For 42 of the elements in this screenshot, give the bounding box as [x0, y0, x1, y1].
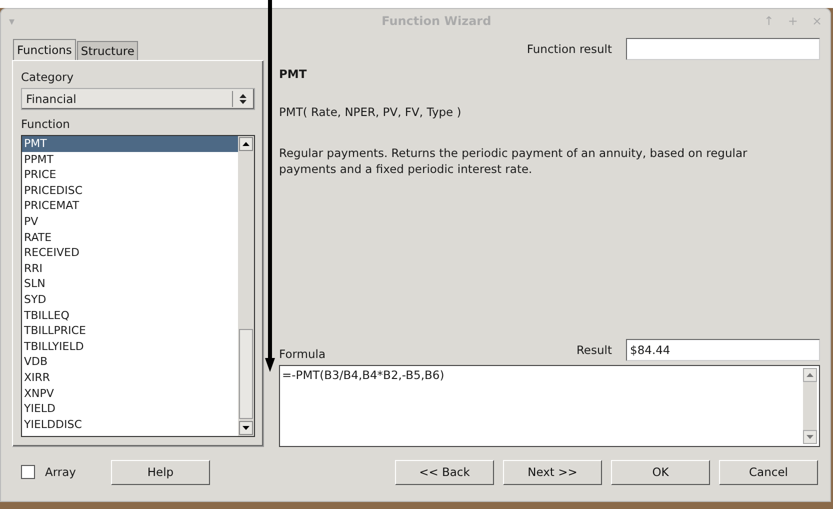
function-list-item[interactable]: YIELDDISC: [22, 416, 238, 432]
function-list-item[interactable]: SLN: [22, 276, 238, 292]
function-list-item[interactable]: SYD: [22, 292, 238, 308]
help-button[interactable]: Help: [110, 460, 210, 484]
scrollbar[interactable]: [238, 136, 254, 436]
function-list-item[interactable]: RATE: [22, 230, 238, 246]
function-list-item[interactable]: PRICEDISC: [22, 182, 238, 198]
function-list-item[interactable]: XIRR: [22, 370, 238, 386]
next-button[interactable]: Next >>: [503, 460, 602, 484]
function-description: Regular payments. Returns the periodic payment of an annuity, based on regular payments and a fixed periodic interest rate.: [278, 145, 748, 177]
array-checkbox[interactable]: [21, 465, 35, 479]
formula-label: Formula: [278, 347, 326, 361]
function-label: Function: [21, 117, 71, 131]
category-label: Category: [21, 70, 75, 84]
function-list-item[interactable]: PPMT: [22, 152, 238, 168]
function-list-item[interactable]: PMT: [22, 136, 238, 152]
function-result-field[interactable]: [626, 38, 820, 60]
function-list-item[interactable]: RRI: [22, 260, 238, 276]
function-list-item[interactable]: PV: [22, 214, 238, 230]
function-list-item[interactable]: VDB: [22, 354, 238, 370]
tab[interactable]: Functions: [13, 39, 76, 60]
function-list-item[interactable]: RECEIVED: [22, 245, 238, 261]
function-list-item[interactable]: YIELD: [22, 401, 238, 417]
function-list-item[interactable]: TBILLPRICE: [22, 323, 238, 339]
array-label: Array: [45, 465, 76, 479]
result-field[interactable]: $84.44: [626, 339, 820, 361]
scroll-down-icon[interactable]: [239, 421, 253, 435]
function-list-item[interactable]: PRICEMAT: [22, 198, 238, 214]
function-list-item[interactable]: XNPV: [22, 386, 238, 402]
category-dropdown[interactable]: Financial: [21, 88, 255, 110]
function-list-item[interactable]: TBILLEQ: [22, 308, 238, 324]
scroll-up-icon[interactable]: [239, 137, 253, 151]
back-button[interactable]: << Back: [395, 460, 494, 484]
tab[interactable]: Structure: [76, 41, 138, 60]
function-name: PMT: [278, 67, 308, 81]
result-label: Result: [576, 343, 612, 357]
function-list-item[interactable]: PRICE: [22, 167, 238, 183]
ok-button[interactable]: OK: [611, 460, 710, 484]
function-list-item[interactable]: TBILLYIELD: [22, 338, 238, 354]
cancel-button[interactable]: Cancel: [719, 460, 818, 484]
function-result-label: Function result: [526, 42, 612, 56]
function-syntax: PMT( Rate, NPER, PV, FV, Type ): [278, 105, 462, 119]
